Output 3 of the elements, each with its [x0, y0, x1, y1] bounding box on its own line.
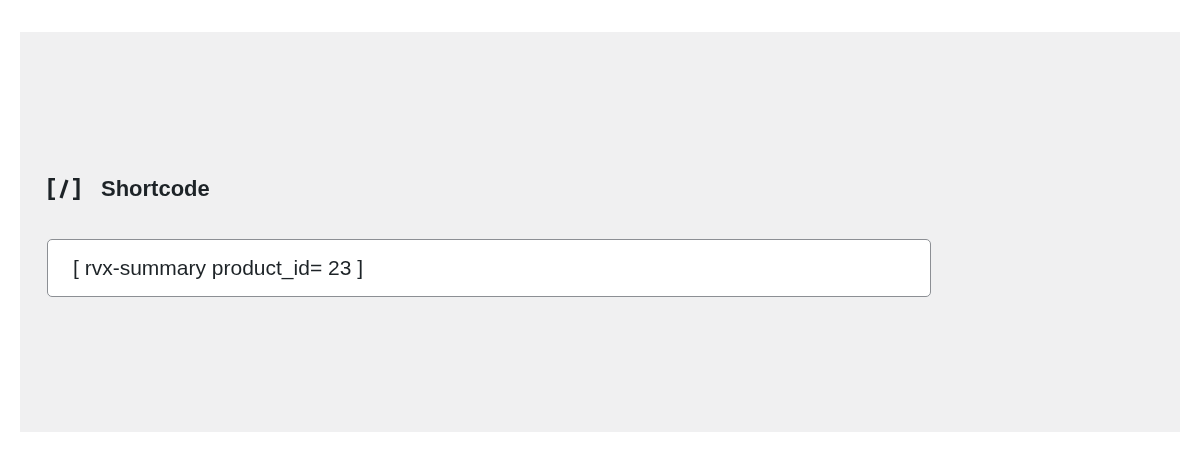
- shortcode-icon: [47, 178, 81, 200]
- section-title: Shortcode: [101, 176, 210, 202]
- shortcode-field[interactable]: [ rvx-summary product_id= 23 ]: [47, 239, 931, 297]
